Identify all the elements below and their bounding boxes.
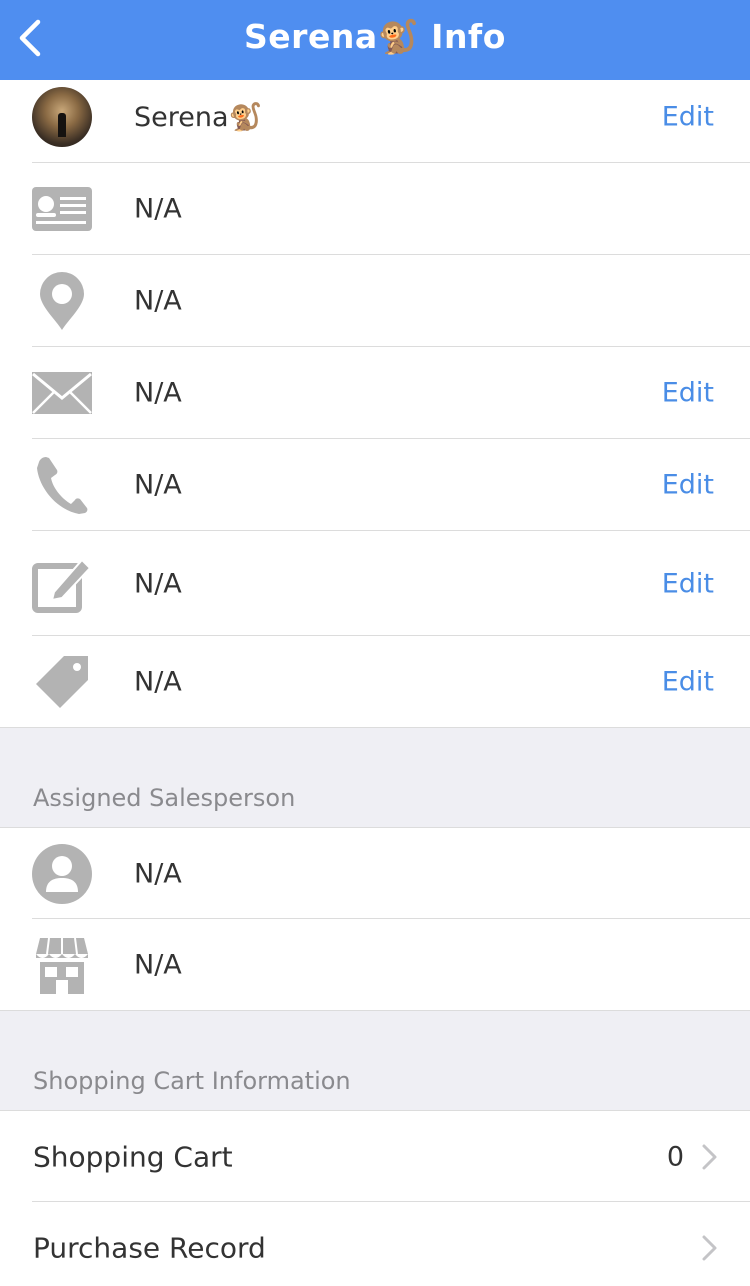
phone-row: N/A Edit xyxy=(0,439,750,531)
cart-section: Shopping Cart 0 Purchase Record xyxy=(0,1111,750,1286)
navigation-bar: Serena🐒 Info xyxy=(0,0,750,80)
shopping-cart-label: Shopping Cart xyxy=(33,1140,233,1173)
purchase-record-label: Purchase Record xyxy=(33,1231,266,1265)
salesperson-row: N/A xyxy=(0,828,750,919)
customer-info-section: Serena🐒 Edit N/A N/A N/A Edit N/A Edit N… xyxy=(0,80,750,728)
salesperson-section-title: Assigned Salesperson xyxy=(33,784,296,812)
store-icon xyxy=(32,935,92,995)
store-value: N/A xyxy=(134,949,182,980)
email-value: N/A xyxy=(134,377,182,409)
tag-icon xyxy=(32,652,92,712)
page-title: Serena🐒 Info xyxy=(244,17,506,56)
cart-header-band: Shopping Cart Information xyxy=(0,1011,750,1110)
avatar[interactable] xyxy=(32,87,92,147)
salesperson-header-band: Assigned Salesperson xyxy=(0,728,750,827)
id-value: N/A xyxy=(134,193,182,225)
phone-value: N/A xyxy=(134,469,182,501)
shopping-cart-row[interactable]: Shopping Cart 0 xyxy=(0,1111,750,1202)
edit-tag-button[interactable]: Edit xyxy=(662,667,714,698)
cart-section-title: Shopping Cart Information xyxy=(33,1067,351,1095)
chevron-right-icon xyxy=(702,1235,717,1261)
person-icon xyxy=(32,843,92,904)
salesperson-value: N/A xyxy=(134,858,182,889)
edit-email-button[interactable]: Edit xyxy=(662,378,714,409)
edit-phone-button[interactable]: Edit xyxy=(662,470,714,501)
address-value: N/A xyxy=(134,285,182,317)
envelope-icon xyxy=(32,363,92,423)
note-edit-icon xyxy=(32,554,92,614)
shopping-cart-count: 0 xyxy=(666,1141,684,1172)
location-pin-icon xyxy=(32,271,92,331)
tag-row: N/A Edit xyxy=(0,636,750,728)
email-row: N/A Edit xyxy=(0,347,750,439)
salesperson-section: N/A N/A xyxy=(0,828,750,1010)
chevron-right-icon xyxy=(702,1144,717,1169)
edit-name-button[interactable]: Edit xyxy=(662,102,714,133)
tag-value: N/A xyxy=(134,666,182,698)
id-row: N/A xyxy=(0,163,750,255)
profile-row: Serena🐒 Edit xyxy=(0,80,750,163)
id-card-icon xyxy=(32,179,92,239)
phone-icon xyxy=(32,455,92,515)
customer-name: Serena🐒 xyxy=(134,102,263,133)
location-row: N/A xyxy=(0,255,750,347)
note-row: N/A Edit xyxy=(0,531,750,636)
store-row: N/A xyxy=(0,919,750,1010)
note-value: N/A xyxy=(134,568,182,599)
edit-note-button[interactable]: Edit xyxy=(662,568,714,599)
purchase-record-row[interactable]: Purchase Record xyxy=(0,1202,750,1286)
